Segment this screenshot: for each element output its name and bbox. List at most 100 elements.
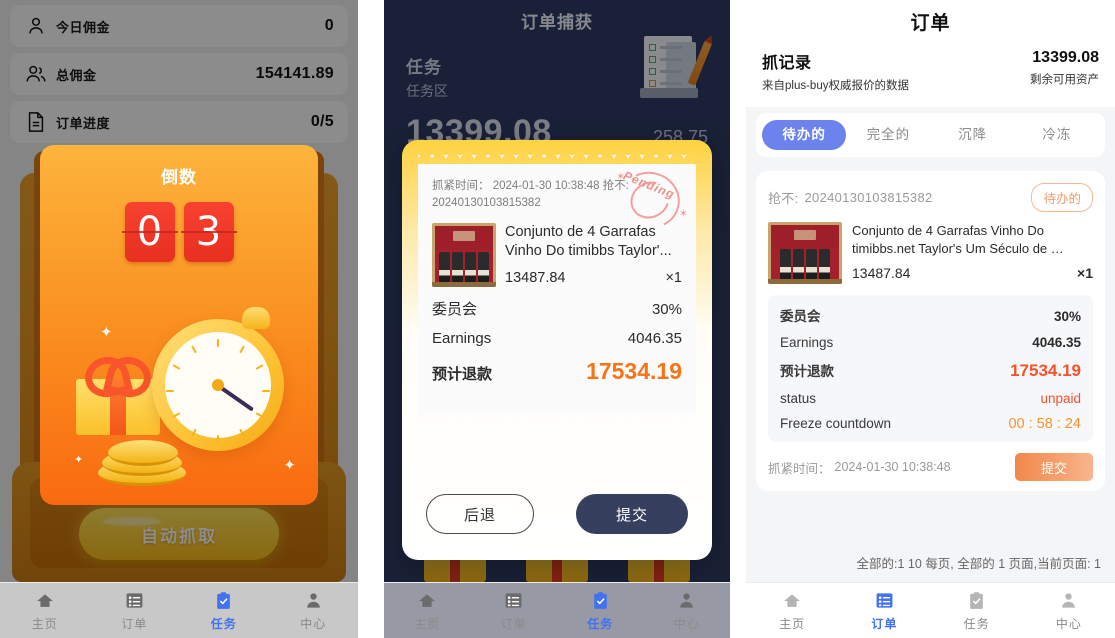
countdown-modal: 倒数 0 3 ✦ ✦ ✦ [40,145,318,505]
footer-time: 2024-01-30 10:38:48 [834,460,951,474]
row-value: 4046.35 [627,329,682,347]
status-badge: 待办的 [1031,183,1093,212]
row-value: 30% [651,300,682,318]
panel3-header: 订单 抓记录 来自plus-buy权威报价的数据 13399.08 剩余可用资产 [746,0,1115,107]
list-icon [123,590,145,612]
nav-label: 订单 [121,616,148,631]
user-icon [676,590,698,612]
detail-row-refund: 预计退款 17534.19 [780,360,1081,381]
detail-value: 4046.35 [1032,335,1081,350]
row-key: 预计退款 [432,365,493,383]
user-icon [1058,590,1080,612]
detail-key: status [780,391,817,406]
nav-item-task[interactable]: 任务 [931,590,1023,632]
available-balance-label: 剩余可用资产 [1030,74,1099,86]
nav-item-orders[interactable]: 订单 [838,590,930,632]
order-capture-modal: Pending ✶ ✶ 抓紧时间： 2024-01-30 10:38:48 抢不… [402,140,712,560]
order-id-label: 抢不: [768,191,799,206]
receipt-row-refund: 预计退款 17534.19 [432,358,682,385]
phone-panel-order-capture: 订单捕获 任务 任务区 13399.08 258.75 Pending ✶ ✶ … [384,0,730,638]
nav-label: 主页 [779,616,806,631]
nav-item-home[interactable]: 主页 [384,590,471,632]
available-balance: 13399.08 [1032,49,1099,66]
back-button[interactable]: 后退 [426,494,534,534]
nav-label: 订单 [500,616,527,631]
clipboard-check-icon [213,590,235,612]
footer-time-label: 抓紧时间： [768,461,831,476]
order-card[interactable]: 抢不: 20240130103815382 待办的 Conjunto de 4 … [756,171,1105,491]
nav-item-orders[interactable]: 订单 [471,590,558,632]
receipt-row-commission: 委员会 30% [432,298,682,319]
sparkle-icon: ✦ [100,324,113,341]
gift-box-icon [76,357,160,435]
clipboard-check-icon [966,590,988,612]
nav-item-task[interactable]: 任务 [179,590,269,632]
detail-row-freeze-countdown: Freeze countdown 00 : 58 : 24 [780,416,1081,432]
coin-stack-icon [98,440,194,486]
nav-item-home[interactable]: 主页 [746,590,838,632]
phone-panel-orders: 订单 抓记录 来自plus-buy权威报价的数据 13399.08 剩余可用资产… [746,0,1115,638]
nav-item-task[interactable]: 任务 [557,590,644,632]
pending-stamp-icon: Pending ✶ ✶ [612,164,690,236]
tab-settled[interactable]: 沉降 [931,120,1015,150]
screenshot-stage: 今日佣金 0 总佣金 154141.89 订单进度 0/5 自动抓取 倒数 0 … [0,0,1115,638]
countdown-digits: 0 3 [40,202,318,262]
nav-label: 中心 [673,616,700,631]
countdown-digit-1: 0 [121,202,178,262]
bottom-nav: 主页 订单 任务 中心 [0,582,358,638]
submit-button[interactable]: 提交 [1015,453,1093,481]
product-image [432,222,496,287]
nav-label: 任务 [963,616,990,631]
clock-icon [152,307,284,451]
product-image [768,222,842,284]
nav-item-home[interactable]: 主页 [0,590,90,632]
product-qty: ×1 [665,269,682,286]
detail-value: 17534.19 [1010,361,1081,380]
row-value: 17534.19 [586,357,682,384]
sparkle-icon: ✦ [283,457,296,474]
detail-value: 00 : 58 : 24 [1008,416,1081,432]
product-price: 13487.84 [852,265,911,282]
countdown-title: 倒数 [161,168,197,187]
tab-frozen[interactable]: 冷冻 [1015,120,1099,150]
nav-label: 任务 [587,616,614,631]
nav-item-center[interactable]: 中心 [644,590,731,632]
nav-label: 订单 [871,616,898,631]
product-name: Conjunto de 4 Garrafas Vinho Do timibbs.… [852,223,1064,257]
detail-row-status: status unpaid [780,391,1081,406]
home-icon [34,590,56,612]
order-product: Conjunto de 4 Garrafas Vinho Do timibbs.… [768,222,1093,284]
detail-row-earnings: Earnings 4046.35 [780,335,1081,350]
order-detail-panel: 委员会 30% Earnings 4046.35 预计退款 17534.19 s… [768,295,1093,442]
tab-pending[interactable]: 待办的 [762,120,847,150]
detail-value: unpaid [1040,391,1081,406]
gift-clock-illustration: ✦ ✦ ✦ [40,305,318,490]
row-key: 委员会 [432,300,478,318]
tab-complete[interactable]: 完全的 [846,120,930,150]
detail-value: 30% [1053,309,1081,324]
home-icon [416,590,438,612]
detail-key: 委员会 [780,309,821,324]
product-price: 13487.84 [505,269,566,286]
list-icon [873,590,895,612]
summary-subtitle: 来自plus-buy权威报价的数据 [762,80,909,92]
sparkle-icon: ✦ [74,454,84,466]
nav-item-center[interactable]: 中心 [1023,590,1115,632]
list-icon [503,590,525,612]
detail-key: Earnings [780,335,834,350]
bottom-nav: 主页 订单 任务 中心 [746,582,1115,638]
nav-item-center[interactable]: 中心 [269,590,359,632]
nav-label: 主页 [31,616,58,631]
modal-actions: 后退 提交 [426,494,688,534]
order-status-tabs: 待办的 完全的 沉降 冷冻 [756,113,1105,157]
detail-row-commission: 委员会 30% [780,305,1081,325]
detail-key: Freeze countdown [780,416,892,431]
nav-label: 主页 [414,616,441,631]
home-icon [781,590,803,612]
user-icon [302,590,324,612]
order-card-footer: 抓紧时间： 2024-01-30 10:38:48 提交 [768,453,1093,481]
nav-item-orders[interactable]: 订单 [90,590,180,632]
nav-label: 任务 [210,616,237,631]
nav-label: 中心 [1055,616,1082,631]
submit-button[interactable]: 提交 [576,494,688,534]
